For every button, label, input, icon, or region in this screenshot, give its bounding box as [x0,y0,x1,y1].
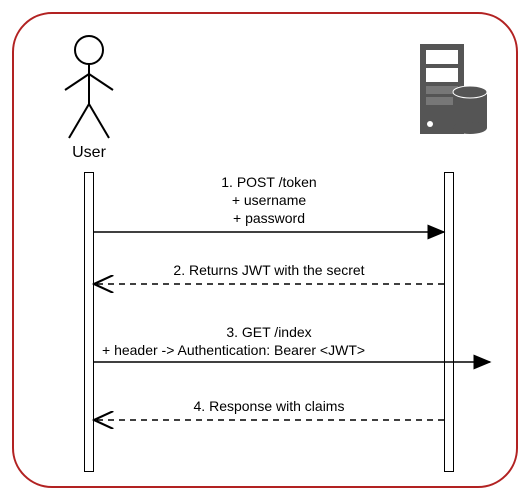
arrows [14,14,520,490]
msg3-line1: 3. GET /index [94,324,444,340]
msg1-line2: + username [94,192,444,208]
diagram-frame: User [12,12,518,488]
msg3-line2: + header -> Authentication: Bearer <JWT> [102,342,502,358]
msg4-line1: 4. Response with claims [94,398,444,414]
msg1-line1: 1. POST /token [94,174,444,190]
msg1-line3: + password [94,210,444,226]
msg2-line1: 2. Returns JWT with the secret [94,262,444,278]
